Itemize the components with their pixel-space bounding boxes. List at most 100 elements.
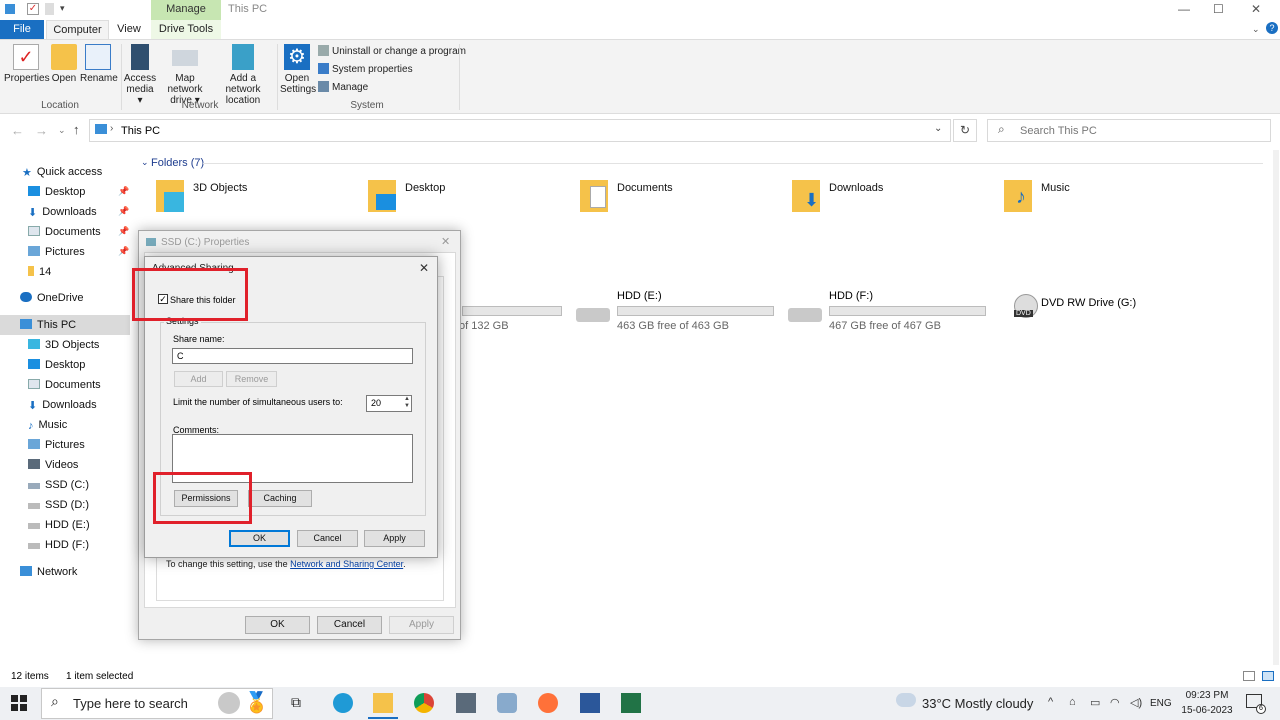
tab-file[interactable]: File	[0, 20, 44, 39]
nav-pc-music[interactable]: ♪ Music	[0, 415, 130, 435]
properties-icon: ✓	[13, 44, 39, 70]
clock-time[interactable]: 09:23 PM	[1182, 690, 1232, 701]
map-network-drive-button[interactable]: Map network drive ▾	[158, 44, 212, 106]
nav-pc-ssd-c[interactable]: SSD (C:)	[0, 475, 130, 495]
caching-button[interactable]: Caching	[248, 490, 312, 507]
advanced-sharing-close-icon[interactable]: ✕	[419, 261, 429, 275]
folder-music[interactable]: ♪ Music	[1004, 180, 1154, 230]
large-icons-view-icon[interactable]	[1262, 671, 1274, 681]
nav-pc-ssd-d[interactable]: SSD (D:)	[0, 495, 130, 515]
nav-qa-desktop[interactable]: Desktop	[0, 182, 130, 202]
open-settings-button[interactable]: ⚙ Open Settings	[280, 44, 316, 95]
refresh-icon[interactable]: ↻	[953, 119, 977, 142]
nav-qa-downloads[interactable]: ⬇ Downloads	[0, 202, 130, 222]
folder-documents[interactable]: Documents	[580, 180, 730, 230]
address-bar[interactable]	[89, 119, 951, 142]
properties-apply-button[interactable]: Apply	[389, 616, 454, 634]
scrollbar[interactable]	[1273, 150, 1279, 665]
manage-button[interactable]: Manage	[318, 81, 368, 93]
properties-button[interactable]: ✓ Properties	[4, 44, 50, 84]
excel-icon[interactable]	[621, 693, 641, 713]
language-indicator[interactable]: ENG	[1150, 698, 1172, 709]
properties-quick-icon[interactable]: ✓	[27, 3, 39, 15]
nav-pc-documents[interactable]: Documents	[0, 375, 130, 395]
advanced-cancel-button[interactable]: Cancel	[297, 530, 358, 547]
folder-icon	[28, 266, 34, 276]
firefox-icon[interactable]	[538, 693, 558, 713]
recent-dropdown-icon[interactable]: ⌄	[58, 125, 66, 136]
folder-downloads[interactable]: ⬇ Downloads	[792, 180, 942, 230]
access-media-button[interactable]: Access media ▾	[123, 44, 157, 106]
nav-qa-pictures[interactable]: Pictures	[0, 242, 130, 262]
wifi-icon[interactable]: ◠	[1110, 696, 1120, 709]
nav-onedrive[interactable]: OneDrive	[0, 288, 130, 308]
nav-pc-3d-objects[interactable]: 3D Objects	[0, 335, 130, 355]
folder-3d-objects[interactable]: 3D Objects	[156, 180, 306, 230]
nav-this-pc[interactable]: This PC	[0, 315, 130, 335]
breadcrumb-this-pc[interactable]: This PC	[121, 125, 160, 137]
nav-pc-videos[interactable]: Videos	[0, 455, 130, 475]
details-view-icon[interactable]	[1243, 671, 1255, 681]
properties-close-icon[interactable]: ✕	[441, 235, 450, 248]
maximize-button[interactable]: ☐	[1213, 2, 1224, 16]
new-folder-quick-icon[interactable]	[45, 3, 54, 15]
weather-text[interactable]: 33°C Mostly cloudy	[922, 696, 1033, 711]
back-arrow-icon[interactable]: ←	[11, 123, 24, 138]
drive-dvd-g[interactable]: DVD DVD RW Drive (G:)	[1010, 290, 1210, 336]
nav-pc-hdd-f[interactable]: HDD (F:)	[0, 535, 130, 555]
task-view-icon[interactable]: ⧉	[291, 694, 301, 711]
manage-tab[interactable]: Manage	[151, 0, 221, 20]
network-sharing-center-link[interactable]: Network and Sharing Center	[290, 559, 403, 569]
add-network-location-button[interactable]: Add a network location	[213, 44, 273, 106]
tab-computer[interactable]: Computer	[46, 20, 109, 39]
nav-pc-hdd-e[interactable]: HDD (E:)	[0, 515, 130, 535]
advanced-ok-button[interactable]: OK	[229, 530, 290, 547]
nav-network[interactable]: Network	[0, 562, 130, 582]
nav-quick-access[interactable]: ★ Quick access	[0, 162, 130, 182]
properties-cancel-button[interactable]: Cancel	[317, 616, 382, 634]
uninstall-program-button[interactable]: Uninstall or change a program	[318, 45, 466, 57]
rename-button[interactable]: Rename	[80, 44, 118, 84]
nav-qa-folder-14[interactable]: 14	[0, 262, 130, 282]
advanced-apply-button[interactable]: Apply	[364, 530, 425, 547]
file-explorer-icon[interactable]	[373, 693, 393, 713]
open-button[interactable]: Open	[50, 44, 78, 84]
drive-icon	[28, 483, 40, 489]
limit-users-stepper[interactable]: 20 ▲ ▼	[366, 395, 412, 412]
collapse-chevron-icon[interactable]: ⌄	[141, 157, 149, 168]
calculator-icon[interactable]	[456, 693, 476, 713]
ribbon-collapse-icon[interactable]: ⌄	[1252, 24, 1260, 35]
nav-pc-downloads[interactable]: ⬇ Downloads	[0, 395, 130, 415]
paint-icon[interactable]	[497, 693, 517, 713]
edge-icon[interactable]	[333, 693, 353, 713]
drive-hdd-f[interactable]: HDD (F:) 467 GB free of 467 GB	[786, 290, 996, 336]
properties-ok-button[interactable]: OK	[245, 616, 310, 634]
volume-icon[interactable]: ◁)	[1130, 696, 1142, 709]
nav-qa-documents[interactable]: Documents	[0, 222, 130, 242]
folder-desktop[interactable]: Desktop	[368, 180, 518, 230]
close-button[interactable]: ✕	[1251, 2, 1261, 16]
address-dropdown-icon[interactable]: ⌄	[934, 123, 942, 134]
weather-icon[interactable]	[896, 693, 916, 707]
help-icon[interactable]: ?	[1266, 22, 1278, 34]
folders-header[interactable]: Folders (7)	[151, 157, 204, 169]
remove-button[interactable]: Remove	[226, 371, 277, 387]
qat-dropdown-icon[interactable]: ▾	[60, 3, 65, 14]
chrome-icon[interactable]	[414, 693, 434, 713]
up-arrow-icon[interactable]: ↑	[73, 122, 80, 137]
start-button[interactable]	[11, 695, 27, 711]
add-button[interactable]: Add	[174, 371, 223, 387]
stepper-arrows-icon[interactable]: ▲ ▼	[404, 396, 410, 410]
system-properties-button[interactable]: System properties	[318, 63, 413, 75]
share-name-input[interactable]: C	[172, 348, 413, 364]
forward-arrow-icon[interactable]: →	[35, 123, 48, 138]
minimize-button[interactable]: —	[1178, 2, 1190, 16]
word-icon[interactable]	[580, 693, 600, 713]
nav-pc-desktop[interactable]: Desktop	[0, 355, 130, 375]
tray-expand-icon[interactable]: ^	[1048, 696, 1053, 708]
clock-date[interactable]: 15-06-2023	[1177, 705, 1237, 716]
drive-hdd-e[interactable]: HDD (E:) 463 GB free of 463 GB	[574, 290, 784, 336]
tab-view[interactable]: View	[112, 20, 146, 39]
nav-pc-pictures[interactable]: Pictures	[0, 435, 130, 455]
tab-drive-tools[interactable]: Drive Tools	[151, 20, 221, 39]
